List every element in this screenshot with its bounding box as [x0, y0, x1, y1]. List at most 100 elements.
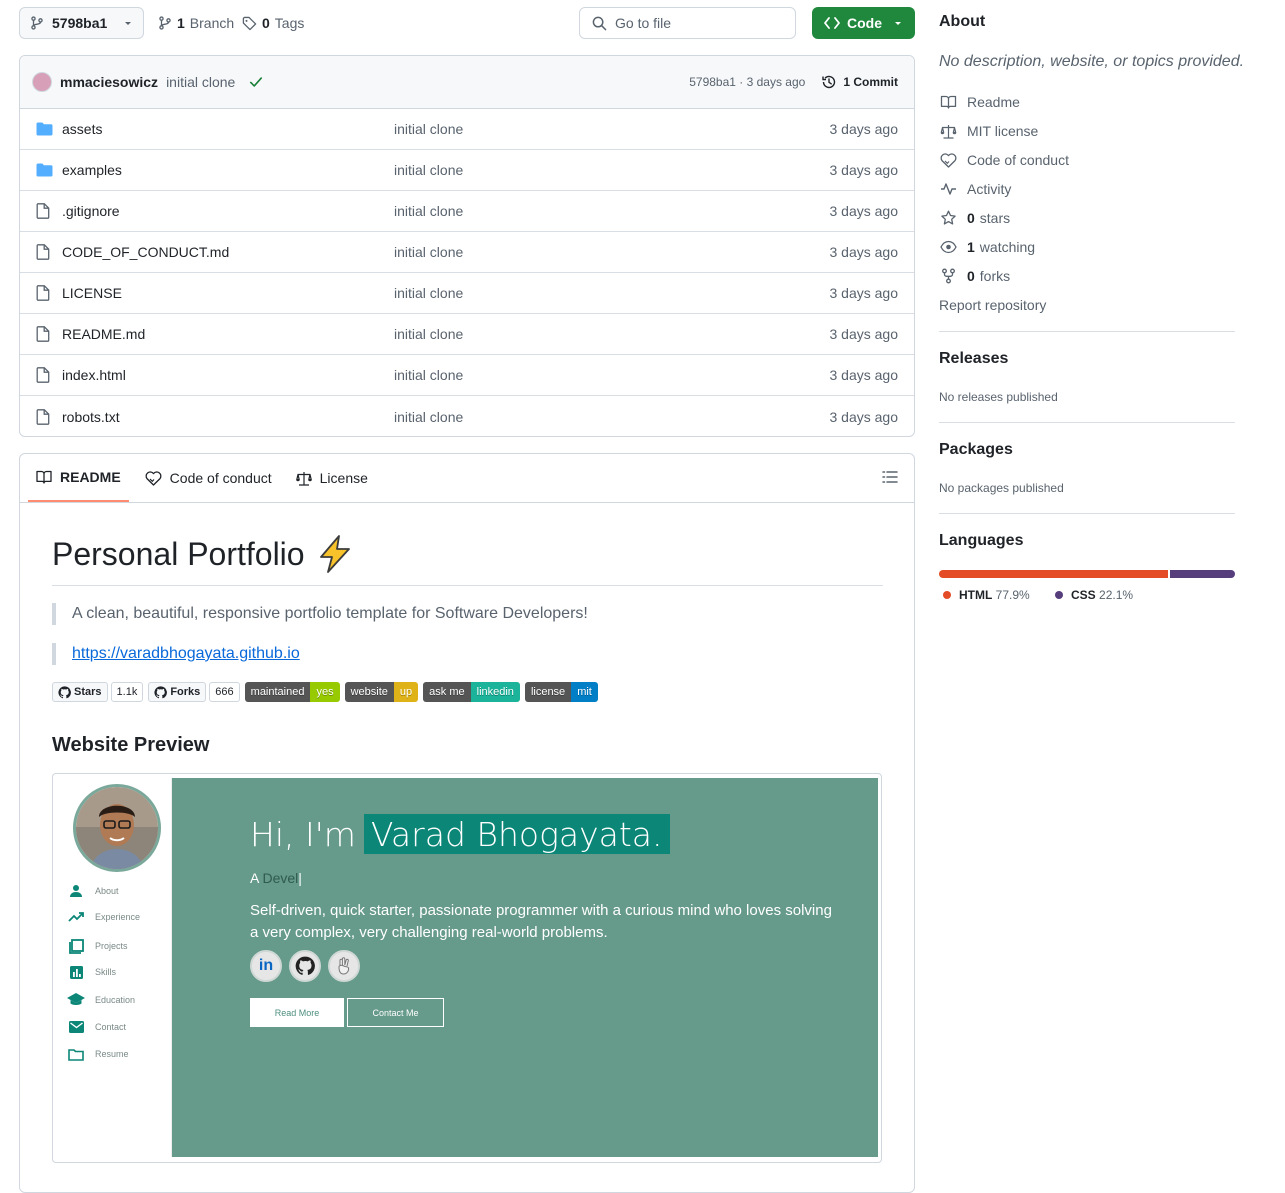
preview-nav-item: Experience [67, 911, 140, 923]
about-link-pulse[interactable]: Activity [939, 179, 1011, 199]
shield-badge[interactable]: license mit [524, 682, 598, 702]
language-dot [943, 591, 951, 599]
github-forks-badge[interactable]: Forks [148, 682, 207, 702]
file-row[interactable]: assets initial clone 3 days ago [20, 109, 914, 150]
avatar[interactable] [32, 72, 52, 92]
preview-nav-label: Education [95, 994, 136, 1005]
commit-author[interactable]: mmaciesowicz [60, 74, 158, 90]
releases-text: No releases published [939, 390, 1058, 404]
preview-contact-button: Contact Me [347, 998, 444, 1027]
language-item[interactable]: HTML 77.9% [943, 588, 1030, 602]
about-link-eye[interactable]: 1 watching [939, 237, 1035, 257]
file-commit-message[interactable]: initial clone [394, 326, 830, 342]
file-row[interactable]: index.html initial clone 3 days ago [20, 355, 914, 396]
pulse-icon [939, 182, 957, 196]
tab-code-of-conduct[interactable]: Code of conduct [137, 454, 280, 502]
file-name[interactable]: CODE_OF_CONDUCT.md [62, 244, 394, 260]
file-row[interactable]: .gitignore initial clone 3 days ago [20, 191, 914, 232]
eye-icon [939, 240, 957, 254]
file-name[interactable]: assets [62, 121, 394, 137]
language-bar [939, 570, 1235, 578]
file-row[interactable]: LICENSE initial clone 3 days ago [20, 273, 914, 314]
about-link-book[interactable]: Readme [939, 92, 1020, 112]
file-commit-message[interactable]: initial clone [394, 244, 830, 260]
file-commit-message[interactable]: initial clone [394, 121, 830, 137]
file-date: 3 days ago [829, 203, 899, 219]
shield-badge[interactable]: website up [344, 682, 419, 702]
releases-heading[interactable]: Releases [939, 350, 1008, 368]
file-date: 3 days ago [829, 285, 899, 301]
file-date: 3 days ago [829, 162, 899, 178]
file-commit-message[interactable]: initial clone [394, 409, 830, 425]
book-icon [939, 95, 957, 109]
readme-link-quote: https://varadbhogayata.github.io [52, 643, 300, 665]
file-row[interactable]: README.md initial clone 3 days ago [20, 314, 914, 355]
github-forks-count[interactable]: 666 [209, 682, 240, 702]
file-name[interactable]: robots.txt [62, 409, 394, 425]
commit-count-label: 1 Commit [843, 75, 898, 89]
book-icon [36, 470, 52, 484]
shield-badge-right: mit [571, 682, 598, 702]
readme-quote-text: A clean, beautiful, responsive portfolio… [72, 605, 588, 622]
file-row[interactable]: examples initial clone 3 days ago [20, 150, 914, 191]
check-icon[interactable] [249, 75, 263, 89]
github-icon [289, 950, 321, 982]
github-stars-count[interactable]: 1.1k [110, 682, 144, 702]
code-of-conduct-icon [939, 152, 957, 168]
preview-nav-item: Contact [67, 1020, 126, 1033]
about-link-star[interactable]: 0 stars [939, 208, 1010, 228]
go-to-file-input[interactable]: Go to file [579, 7, 796, 39]
preview-role-prefix: A [250, 870, 259, 886]
preview-greeting: Hi, I'm [250, 814, 356, 854]
chevron-down-icon [123, 18, 133, 28]
file-row[interactable]: robots.txt initial clone 3 days ago [20, 396, 914, 436]
file-commit-message[interactable]: initial clone [394, 367, 830, 383]
tab-readme[interactable]: README [28, 454, 129, 502]
packages-heading[interactable]: Packages [939, 441, 1013, 459]
commit-count-link[interactable]: 1 Commit [821, 74, 898, 90]
about-link-count: 1 [967, 239, 975, 255]
file-commit-message[interactable]: initial clone [394, 285, 830, 301]
file-commit-message[interactable]: initial clone [394, 203, 830, 219]
file-name[interactable]: README.md [62, 326, 394, 342]
github-stars-badge[interactable]: Stars [52, 682, 108, 702]
file-date: 3 days ago [829, 244, 899, 260]
tab-readme-label: README [60, 469, 121, 485]
file-commit-message[interactable]: initial clone [394, 162, 830, 178]
commit-meta[interactable]: 5798ba1 · 3 days ago [689, 75, 805, 89]
github-icon [58, 685, 71, 699]
file-date: 3 days ago [829, 326, 899, 342]
file-name[interactable]: index.html [62, 367, 394, 383]
tab-license[interactable]: License [288, 454, 376, 502]
file-name[interactable]: LICENSE [62, 285, 394, 301]
file-browser: mmaciesowicz initial clone 5798ba1 · 3 d… [19, 55, 915, 437]
tag-icon [242, 16, 257, 31]
shield-badge[interactable]: ask me linkedin [423, 682, 520, 702]
preview-role-typed: Devel [262, 870, 299, 886]
preview-nav-item: Education [67, 993, 135, 1006]
readme-link[interactable]: https://varadbhogayata.github.io [72, 645, 300, 662]
about-link-code-of-conduct[interactable]: Code of conduct [939, 150, 1069, 170]
tab-code-of-conduct-label: Code of conduct [169, 470, 272, 486]
about-link-label: MIT license [967, 123, 1039, 139]
language-item[interactable]: CSS 22.1% [1055, 588, 1133, 602]
outline-icon[interactable] [882, 470, 898, 484]
github-badge-label: Stars [74, 686, 102, 698]
shield-badge[interactable]: maintained yes [244, 682, 340, 702]
commit-message[interactable]: initial clone [166, 74, 235, 90]
file-name[interactable]: .gitignore [62, 203, 394, 219]
report-repository-link[interactable]: Report repository [939, 297, 1046, 313]
tags-label: Tags [274, 15, 305, 31]
file-name[interactable]: examples [62, 162, 394, 178]
about-link-scale[interactable]: MIT license [939, 121, 1038, 141]
about-link-fork[interactable]: 0 forks [939, 266, 1010, 286]
tags-link[interactable]: 0 Tags [242, 7, 304, 39]
branch-selector[interactable]: 5798ba1 [19, 7, 144, 39]
preview-read-more-button: Read More [250, 998, 344, 1027]
language-bar-segment [939, 570, 1169, 578]
file-row[interactable]: CODE_OF_CONDUCT.md initial clone 3 days ag… [20, 232, 914, 273]
preview-nav-label: About [95, 886, 119, 896]
code-button[interactable]: Code [812, 7, 915, 39]
branches-link[interactable]: 1 Branch [158, 7, 234, 39]
file-icon [36, 285, 54, 301]
